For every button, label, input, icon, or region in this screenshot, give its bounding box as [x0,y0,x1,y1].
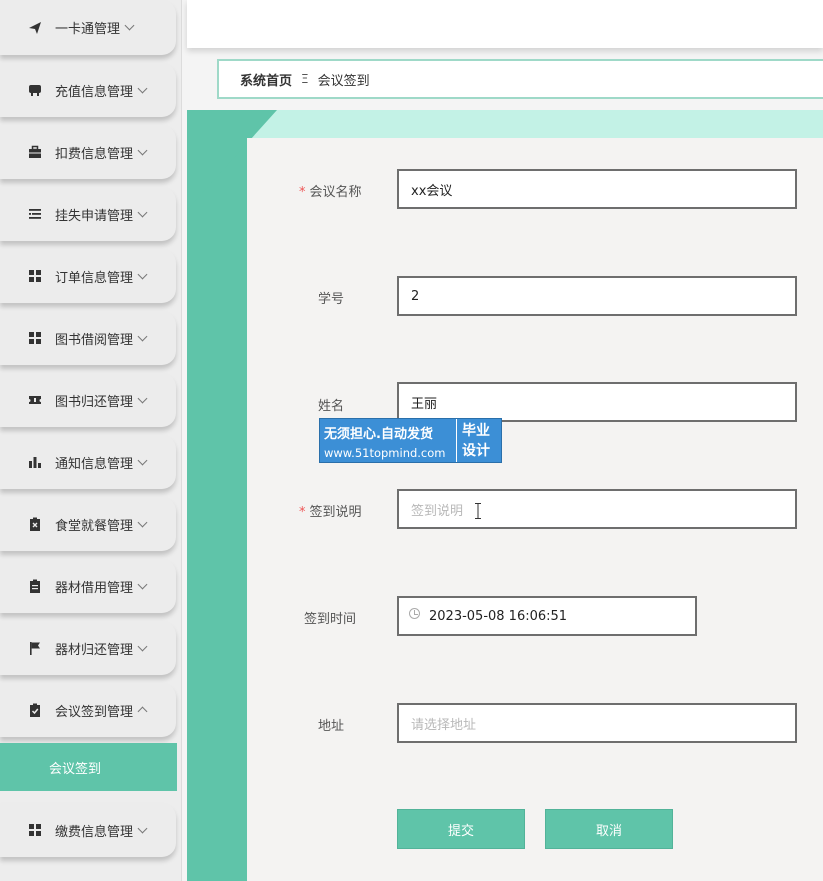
chevron-down-icon [137,579,148,589]
breadcrumb-home[interactable]: 系统首页 [240,70,292,89]
chevron-down-icon [137,331,148,341]
text-cursor-icon [475,503,481,519]
sidebar-item-label: 充值信息管理 [55,84,134,100]
sidebar-item-label: 缴费信息管理 [55,824,134,840]
checkin-time-label: 签到时间 [304,612,357,627]
grid-icon [28,269,42,283]
sidebar-item-loss-report[interactable]: 挂失申请管理 [0,187,176,241]
watermark-badge: 无须担心.自动发货 www.51topmind.com 毕业设计 [319,418,502,463]
chevron-down-icon [137,83,148,93]
sidebar-item-label: 一卡通管理 [55,22,121,37]
sidebar-item-meeting-checkin[interactable]: 会议签到管理 [0,683,176,737]
sidebar-item-canteen[interactable]: 食堂就餐管理 [0,497,176,551]
breadcrumb-current: 会议签到 [317,73,370,89]
top-bar [187,0,823,48]
checkin-time-picker[interactable]: 2023-05-08 16:06:51 [397,596,697,636]
breadcrumb: 系统首页 Ξ 会议签到 [217,59,823,99]
chevron-down-icon [137,517,148,527]
chevron-down-icon [124,20,135,31]
sidebar-item-label: 图书借阅管理 [55,332,134,348]
clipboard-check-icon [28,703,42,717]
chevron-down-icon [137,823,148,833]
checkin-time-value: 2023-05-08 16:06:51 [429,608,568,624]
sidebar-item-label: 挂失申请管理 [55,208,134,224]
watermark-side: 毕业设计 [456,419,501,462]
chevron-down-icon [137,269,148,279]
sidebar-item-equipment-borrow[interactable]: 器材借用管理 [0,559,176,613]
chevron-up-icon [137,706,148,717]
address-input[interactable]: 请选择地址 [397,703,797,743]
sidebar-item-label: 通知信息管理 [55,456,134,472]
sidebar-item-label: 器材借用管理 [55,580,134,596]
sidebar-item-recharge[interactable]: 充值信息管理 [0,63,176,117]
student-id-label: 学号 [318,292,345,307]
flag-icon [28,641,42,655]
sidebar-item-label: 扣费信息管理 [55,146,134,162]
name-input[interactable]: 王丽 [397,382,797,422]
address-label: 地址 [318,719,345,734]
chevron-down-icon [137,207,148,217]
cancel-button[interactable]: 取消 [545,809,673,849]
name-label: 姓名 [318,399,345,414]
sidebar-item-book-return[interactable]: 图书归还管理 [0,373,176,427]
clipboard-icon [28,579,42,593]
clock-icon [409,607,420,619]
grid-icon [28,823,42,837]
list-icon [28,207,42,221]
sidebar: 一卡通管理 充值信息管理 扣费信息管理 挂失申请管理 订单信息管理 图书借阅管理 [0,0,182,881]
watermark-line1: 无须担心.自动发货 [324,427,433,442]
chevron-down-icon [137,455,148,465]
required-mark: * [299,185,306,200]
required-mark: * [299,505,306,520]
breadcrumb-separator: Ξ [301,72,309,86]
paper-plane-icon [28,21,42,35]
sidebar-item-notices[interactable]: 通知信息管理 [0,435,176,489]
sidebar-item-orders[interactable]: 订单信息管理 [0,249,176,303]
submit-button[interactable]: 提交 [397,809,525,849]
chevron-down-icon [137,641,148,651]
sidebar-item-equipment-return[interactable]: 器材归还管理 [0,621,176,675]
grid-icon [28,331,42,345]
sidebar-item-label: 器材归还管理 [55,642,134,658]
sidebar-item-deduction[interactable]: 扣费信息管理 [0,125,176,179]
sidebar-item-payment[interactable]: 缴费信息管理 [0,803,176,857]
checkin-note-input[interactable]: 签到说明 [397,489,797,529]
meeting-name-input[interactable]: xx会议 [397,169,797,209]
decorative-stripe [187,110,247,881]
chevron-down-icon [137,393,148,403]
sidebar-item-label: 订单信息管理 [55,270,134,286]
sidebar-item-card[interactable]: 一卡通管理 [0,0,176,55]
ticket-icon [28,393,42,407]
bar-chart-icon [28,455,42,469]
sidebar-item-label: 图书归还管理 [55,394,134,410]
sidebar-item-label: 会议签到管理 [55,704,134,720]
sidebar-item-book-borrow[interactable]: 图书借阅管理 [0,311,176,365]
clipboard-x-icon [28,517,42,531]
briefcase-icon [28,145,42,159]
chevron-down-icon [137,145,148,155]
meeting-name-label: * 会议名称 [299,185,362,200]
checkin-note-label: * 签到说明 [299,505,362,520]
watermark-line2: www.51topmind.com [324,446,446,460]
student-id-input[interactable]: 2 [397,276,797,316]
card-icon [28,83,42,97]
submenu-item-meeting-checkin[interactable]: 会议签到 [0,743,177,791]
sidebar-item-label: 食堂就餐管理 [55,518,134,534]
